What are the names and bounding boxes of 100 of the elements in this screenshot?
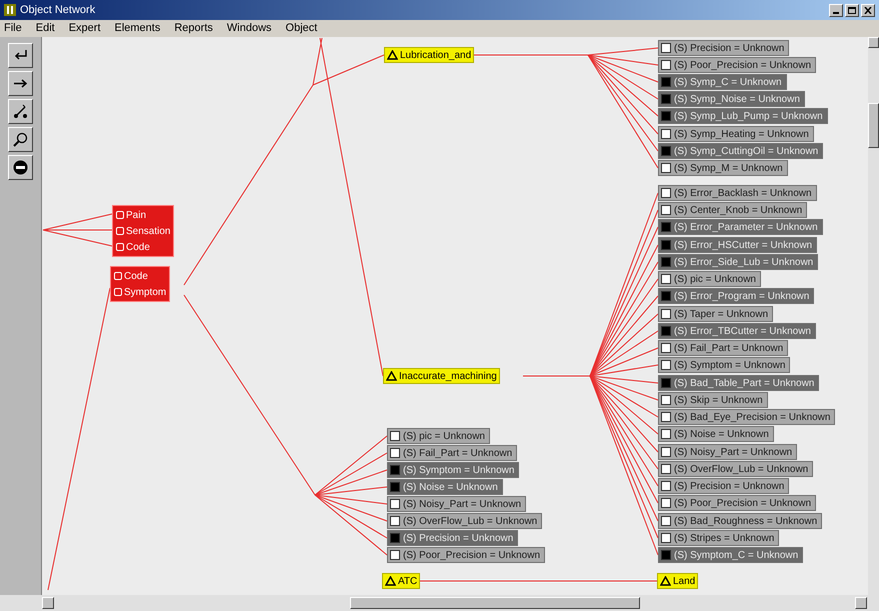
attribute-item[interactable]: (S) Poor_Precision = Unknown — [387, 547, 546, 563]
attribute-item[interactable]: (S) Precision = Unknown — [658, 478, 790, 494]
attribute-item[interactable]: (S) Poor_Precision = Unknown — [658, 495, 816, 511]
checkbox[interactable] — [661, 188, 671, 198]
attribute-item[interactable]: (S) Symptom = Unknown — [658, 357, 790, 373]
object-label[interactable]: Symptom — [124, 284, 166, 300]
attribute-item[interactable]: (S) Error_Parameter = Unknown — [658, 219, 823, 235]
checkbox[interactable] — [661, 412, 671, 422]
attribute-item[interactable]: (S) Fail_Part = Unknown — [658, 340, 788, 356]
attribute-item[interactable]: (S) pic = Unknown — [658, 271, 761, 287]
attribute-item[interactable]: (S) Noise = Unknown — [658, 426, 774, 442]
attribute-item[interactable]: (S) OverFlow_Lub = Unknown — [658, 461, 814, 477]
checkbox[interactable] — [661, 343, 671, 353]
checkbox[interactable] — [390, 533, 400, 543]
attribute-item[interactable]: (S) Noisy_Part = Unknown — [658, 444, 798, 460]
attribute-item[interactable]: (S) Symp_CuttingOil = Unknown — [658, 143, 824, 159]
attribute-item[interactable]: (S) Bad_Eye_Precision = Unknown — [658, 409, 836, 425]
attribute-item[interactable]: (S) Error_Side_Lub = Unknown — [658, 254, 818, 270]
attribute-item[interactable]: (S) Noise = Unknown — [387, 479, 503, 495]
attribute-item[interactable]: (S) Bad_Table_Part = Unknown — [658, 375, 820, 391]
attribute-item[interactable]: (S) Precision = Unknown — [658, 40, 790, 56]
checkbox[interactable] — [661, 481, 671, 491]
tool-button[interactable] — [8, 71, 33, 96]
checkbox[interactable] — [661, 429, 671, 439]
vertical-scrollbar[interactable] — [868, 37, 879, 595]
tool-button[interactable] — [8, 155, 33, 180]
object-label[interactable]: Sensation — [126, 224, 170, 238]
checkbox[interactable] — [661, 43, 671, 53]
menu-item[interactable]: Elements — [114, 20, 160, 37]
attribute-item[interactable]: (S) Symptom = Unknown — [387, 462, 520, 478]
attribute-item[interactable]: (S) Center_Knob = Unknown — [658, 202, 808, 218]
attribute-item[interactable]: (S) Stripes = Unknown — [658, 530, 780, 546]
attribute-item[interactable]: (S) Symp_M = Unknown — [658, 160, 788, 176]
checkbox[interactable] — [661, 94, 671, 104]
checkbox[interactable] — [661, 291, 671, 301]
checkbox[interactable] — [661, 447, 671, 457]
attribute-item[interactable]: (S) Symp_Lub_Pump = Unknown — [658, 108, 828, 124]
horizontal-scrollbar[interactable] — [0, 595, 879, 611]
attribute-item[interactable]: (S) Symptom_C = Unknown — [658, 547, 804, 563]
menu-item[interactable]: Object — [286, 20, 318, 37]
checkbox[interactable] — [390, 448, 400, 458]
attribute-item[interactable]: (S) Error_HSCutter = Unknown — [658, 237, 818, 253]
menu-item[interactable]: Edit — [36, 20, 55, 37]
attribute-item[interactable]: (S) OverFlow_Lub = Unknown — [387, 513, 542, 529]
attribute-item[interactable]: (S) Poor_Precision = Unknown — [658, 57, 816, 73]
object-label[interactable]: Code — [126, 240, 150, 254]
checkbox[interactable] — [661, 163, 671, 173]
menu-item[interactable]: Expert — [68, 20, 100, 37]
checkbox[interactable] — [661, 77, 671, 87]
checkbox[interactable] — [390, 499, 400, 509]
checkbox[interactable] — [390, 516, 400, 526]
menu-item[interactable]: File — [4, 20, 22, 37]
minimize-button[interactable] — [829, 4, 843, 16]
checkbox[interactable] — [661, 129, 671, 139]
attribute-item[interactable]: (S) Noisy_Part = Unknown — [387, 496, 526, 512]
checkbox[interactable] — [390, 465, 400, 475]
checkbox[interactable] — [661, 222, 671, 232]
close-button[interactable] — [861, 4, 875, 16]
checkbox[interactable] — [390, 550, 400, 560]
object-node[interactable]: Pain Sensation Code — [112, 205, 174, 257]
object-label[interactable]: Pain — [126, 208, 146, 222]
checkbox[interactable] — [661, 464, 671, 474]
checkbox[interactable] — [661, 205, 671, 215]
checkbox[interactable] — [661, 240, 671, 250]
menu-item[interactable]: Reports — [174, 20, 213, 37]
attribute-item[interactable]: (S) Taper = Unknown — [658, 306, 774, 322]
attribute-item[interactable]: (S) pic = Unknown — [387, 428, 490, 444]
checkbox[interactable] — [661, 111, 671, 121]
object-node[interactable]: Code Symptom — [110, 266, 170, 302]
maximize-button[interactable] — [845, 4, 859, 16]
checkbox[interactable] — [661, 309, 671, 319]
checkbox[interactable] — [661, 533, 671, 543]
checkbox[interactable] — [661, 274, 671, 284]
checkbox[interactable] — [661, 395, 671, 405]
tool-button[interactable] — [8, 99, 33, 124]
attribute-item[interactable]: (S) Symp_Noise = Unknown — [658, 91, 805, 107]
checkbox[interactable] — [661, 60, 671, 70]
tool-button[interactable] — [8, 127, 33, 152]
attribute-item[interactable]: (S) Bad_Roughness = Unknown — [658, 513, 822, 529]
checkbox[interactable] — [390, 482, 400, 492]
checkbox[interactable] — [661, 257, 671, 267]
tool-button[interactable] — [8, 43, 33, 68]
attribute-item[interactable]: (S) Symp_Heating = Unknown — [658, 126, 814, 142]
checkbox[interactable] — [661, 498, 671, 508]
checkbox[interactable] — [661, 146, 671, 156]
menu-item[interactable]: Windows — [226, 20, 272, 37]
attribute-item[interactable]: (S) Precision = Unknown — [387, 530, 518, 546]
checkbox[interactable] — [661, 378, 671, 388]
attribute-item[interactable]: (S) Error_Backlash = Unknown — [658, 185, 817, 201]
checkbox[interactable] — [661, 550, 671, 560]
checkbox[interactable] — [661, 326, 671, 336]
checkbox[interactable] — [390, 431, 400, 441]
object-label[interactable]: Code — [124, 268, 148, 284]
attribute-item[interactable]: (S) Error_TBCutter = Unknown — [658, 323, 816, 339]
attribute-item[interactable]: (S) Fail_Part = Unknown — [387, 445, 518, 461]
checkbox[interactable] — [661, 360, 671, 370]
attribute-item[interactable]: (S) Skip = Unknown — [658, 392, 768, 408]
attribute-item[interactable]: (S) Error_Program = Unknown — [658, 288, 814, 304]
checkbox[interactable] — [661, 516, 671, 526]
attribute-item[interactable]: (S) Symp_C = Unknown — [658, 74, 787, 90]
